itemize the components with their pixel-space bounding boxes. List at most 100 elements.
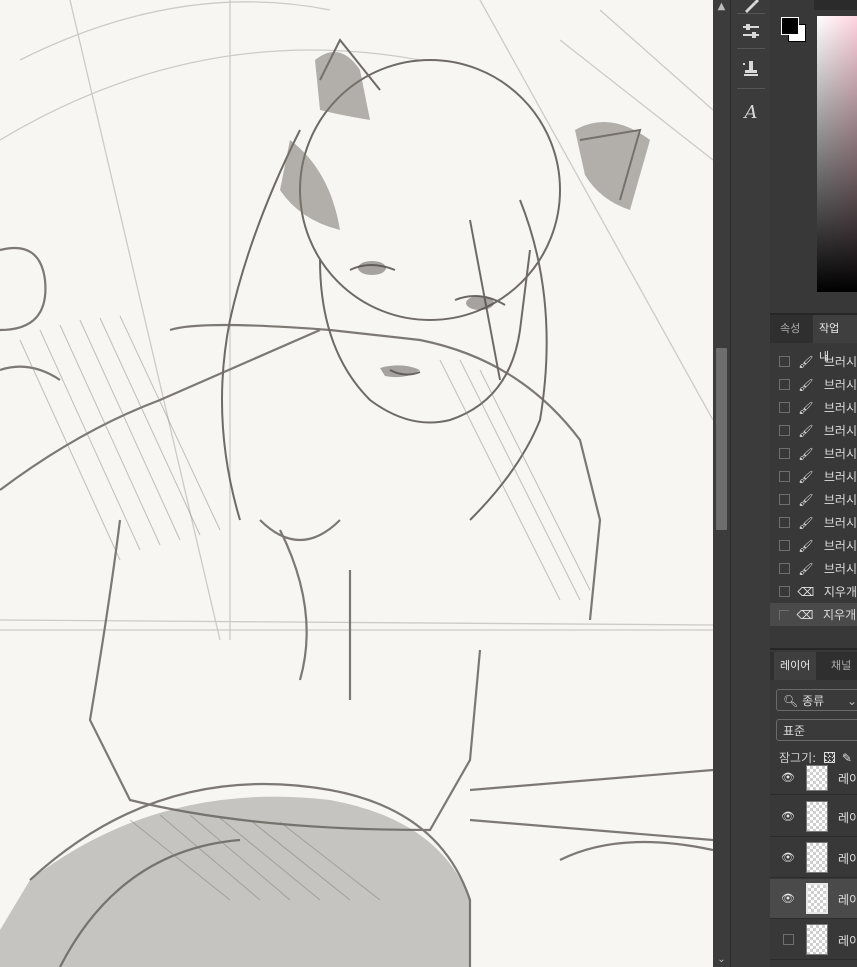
foreground-color-swatch[interactable] xyxy=(781,17,799,35)
layer-name[interactable]: 레이어 xyxy=(838,932,857,949)
panel-divider xyxy=(770,648,857,650)
lock-row: 잠그기: ✎ xyxy=(779,749,852,766)
history-item-label: 브러시 xyxy=(823,401,857,415)
layer-thumbnail xyxy=(806,842,828,873)
history-checkbox[interactable] xyxy=(779,540,790,551)
tab-properties[interactable]: 속성 xyxy=(780,315,800,343)
history-item-label: 지우개 xyxy=(823,608,857,622)
history-checkbox[interactable] xyxy=(779,586,790,597)
layer-thumbnail xyxy=(806,883,828,914)
history-checkbox[interactable] xyxy=(779,356,790,367)
color-panel-header xyxy=(814,0,857,10)
layer-name[interactable]: 레이어 xyxy=(838,809,857,826)
history-item-selected[interactable]: ⌫ 지우개 xyxy=(770,603,857,626)
brush-icon: 🖌 xyxy=(798,446,814,461)
eye-icon[interactable]: 👁︎ xyxy=(781,771,795,784)
history-checkbox[interactable] xyxy=(779,517,790,528)
tool-divider xyxy=(737,88,765,89)
layer-filter-label: 종류 xyxy=(802,694,825,708)
layer-row[interactable]: 👁︎ 레이어 xyxy=(770,797,857,837)
tool-strip: A xyxy=(730,0,771,967)
eraser-icon: ⌫ xyxy=(797,584,815,599)
canvas-scrollbar[interactable]: ▲ ⌄ xyxy=(713,0,730,967)
history-checkbox[interactable] xyxy=(779,494,790,505)
document-canvas[interactable] xyxy=(0,0,713,967)
history-checkbox[interactable] xyxy=(779,425,790,436)
lock-label: 잠그기: xyxy=(779,751,817,765)
history-item-label: 브러시 xyxy=(823,378,857,392)
history-item[interactable]: 🖌 브러시 xyxy=(770,557,857,580)
history-item-label: 브러시 xyxy=(823,493,857,507)
tool-divider xyxy=(737,48,765,49)
eye-icon[interactable]: 👁︎ xyxy=(781,851,795,864)
history-item[interactable]: 🖌 브러시 xyxy=(770,350,857,373)
eye-icon[interactable]: 👁︎ xyxy=(781,810,795,823)
tab-channels[interactable]: 채널 xyxy=(831,652,851,680)
sketch-artwork xyxy=(0,0,713,967)
brush-tool-icon[interactable] xyxy=(737,0,765,18)
brush-icon: 🖌 xyxy=(798,354,814,369)
scroll-up-arrow-icon[interactable]: ▲ xyxy=(713,0,730,14)
scroll-down-arrow-icon[interactable]: ⌄ xyxy=(713,953,730,967)
search-icon: 🔍︎ xyxy=(783,694,799,708)
history-item-label: 브러시 xyxy=(823,424,857,438)
brush-icon: 🖌 xyxy=(798,515,814,530)
brush-icon: 🖌 xyxy=(798,538,814,553)
layer-thumbnail xyxy=(806,801,828,832)
color-swatches[interactable] xyxy=(780,16,812,50)
brush-icon: 🖌 xyxy=(798,400,814,415)
history-item[interactable]: 🖌 브러시 xyxy=(770,465,857,488)
history-item[interactable]: 🖌 브러시 xyxy=(770,511,857,534)
history-item[interactable]: 🖌 브러시 xyxy=(770,419,857,442)
eraser-icon: ⌫ xyxy=(796,607,814,622)
history-item-label: 브러시 xyxy=(823,447,857,461)
history-checkbox[interactable] xyxy=(779,402,790,413)
history-item-label: 지우개 xyxy=(823,585,857,599)
layer-row[interactable]: 👁︎ 레이어 xyxy=(770,765,857,795)
lock-image-pixels-icon[interactable]: ✎ xyxy=(842,751,852,765)
color-picker-field[interactable] xyxy=(817,16,857,292)
layers-panel-tabs: 레이어 채널 xyxy=(770,652,857,680)
eye-icon[interactable]: 👁︎ xyxy=(781,892,795,905)
history-item[interactable]: 🖌 브러시 xyxy=(770,396,857,419)
tool-divider xyxy=(737,13,765,14)
brush-icon: 🖌 xyxy=(798,423,814,438)
history-item[interactable]: 🖌 브러시 xyxy=(770,373,857,396)
chevron-down-icon: ⌄ xyxy=(847,694,857,708)
tab-layers[interactable]: 레이어 xyxy=(774,652,817,680)
layer-row[interactable]: 👁︎ 레이어 xyxy=(770,838,857,878)
history-checkbox[interactable] xyxy=(779,609,789,620)
blend-mode-label: 표준 xyxy=(783,724,806,738)
layer-name[interactable]: 레이어 xyxy=(838,891,857,908)
history-item[interactable]: 🖌 브러시 xyxy=(770,488,857,511)
clone-stamp-icon[interactable] xyxy=(737,56,765,82)
layer-filter-dropdown[interactable]: 🔍︎ 종류 ⌄ xyxy=(776,689,857,711)
tab-history[interactable]: 작업 내 xyxy=(813,315,857,363)
brush-icon: 🖌 xyxy=(798,469,814,484)
history-checkbox[interactable] xyxy=(779,448,790,459)
layer-row[interactable]: 레이어 xyxy=(770,920,857,960)
brush-icon: 🖌 xyxy=(798,377,814,392)
adjustment-sliders-icon[interactable] xyxy=(737,18,765,44)
layer-name[interactable]: 레이어 xyxy=(838,850,857,867)
history-checkbox[interactable] xyxy=(779,471,790,482)
history-checkbox[interactable] xyxy=(779,563,790,574)
blend-mode-dropdown[interactable]: 표준 xyxy=(776,719,857,741)
brush-icon: 🖌 xyxy=(798,561,814,576)
type-tool-glyph: A xyxy=(744,101,758,123)
brush-icon: 🖌 xyxy=(798,492,814,507)
lock-transparent-pixels-icon[interactable] xyxy=(824,752,835,763)
layer-row-selected[interactable]: 👁︎ 레이어 xyxy=(770,879,857,919)
layer-thumbnail xyxy=(806,765,828,791)
history-item[interactable]: 🖌 브러시 xyxy=(770,442,857,465)
history-item-label: 브러시 xyxy=(823,539,857,553)
history-item[interactable]: 🖌 브러시 xyxy=(770,534,857,557)
layer-name[interactable]: 레이어 xyxy=(838,770,857,787)
type-tool-icon[interactable]: A xyxy=(737,99,765,125)
scrollbar-thumb[interactable] xyxy=(716,348,727,530)
history-panel-tabs: 속성 작업 내 xyxy=(770,315,857,363)
visibility-toggle-empty[interactable] xyxy=(783,934,794,945)
history-item-label: 브러시 xyxy=(823,355,857,369)
history-checkbox[interactable] xyxy=(779,379,790,390)
history-item[interactable]: ⌫ 지우개 xyxy=(770,580,857,603)
